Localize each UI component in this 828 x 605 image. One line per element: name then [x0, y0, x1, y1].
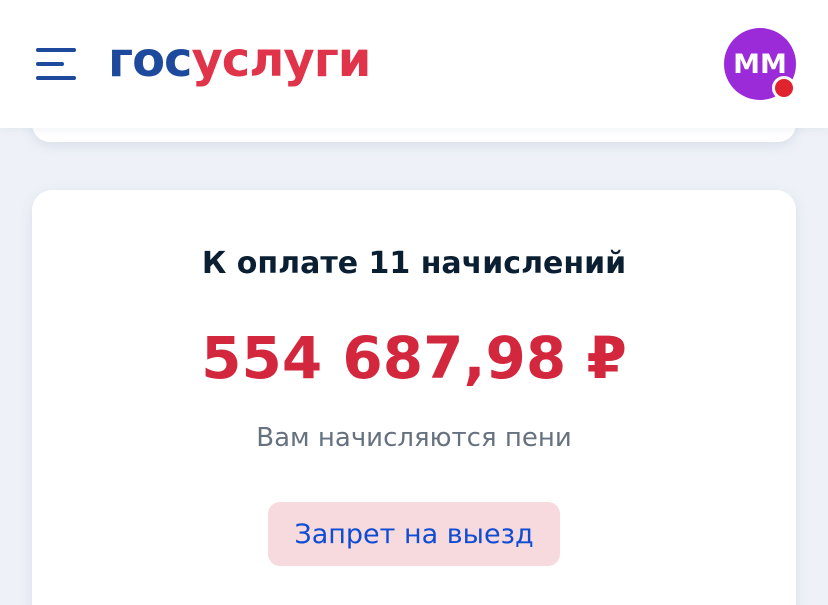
notification-dot-icon	[772, 76, 796, 100]
logo-part-gos: гос	[108, 34, 192, 88]
travel-ban-badge[interactable]: Запрет на выезд	[268, 502, 560, 566]
travel-ban-label: Запрет на выезд	[294, 518, 534, 550]
top-header: госуслуги ММ	[0, 0, 828, 128]
hamburger-menu-icon	[36, 48, 76, 80]
gosuslugi-logo[interactable]: госуслуги	[108, 34, 378, 92]
screen: госуслуги ММ К оплате 11 начислений 554 …	[0, 0, 828, 605]
charges-title: К оплате 11 начислений	[201, 246, 627, 281]
logo-part-uslugi: услуги	[192, 34, 371, 88]
penalty-note: Вам начисляются пени	[256, 423, 572, 453]
svg-text:госуслуги: госуслуги	[108, 34, 370, 88]
charges-amount: 554 687,98 ₽	[201, 324, 627, 392]
avatar-initials: ММ	[733, 48, 787, 80]
menu-button[interactable]	[36, 46, 76, 82]
